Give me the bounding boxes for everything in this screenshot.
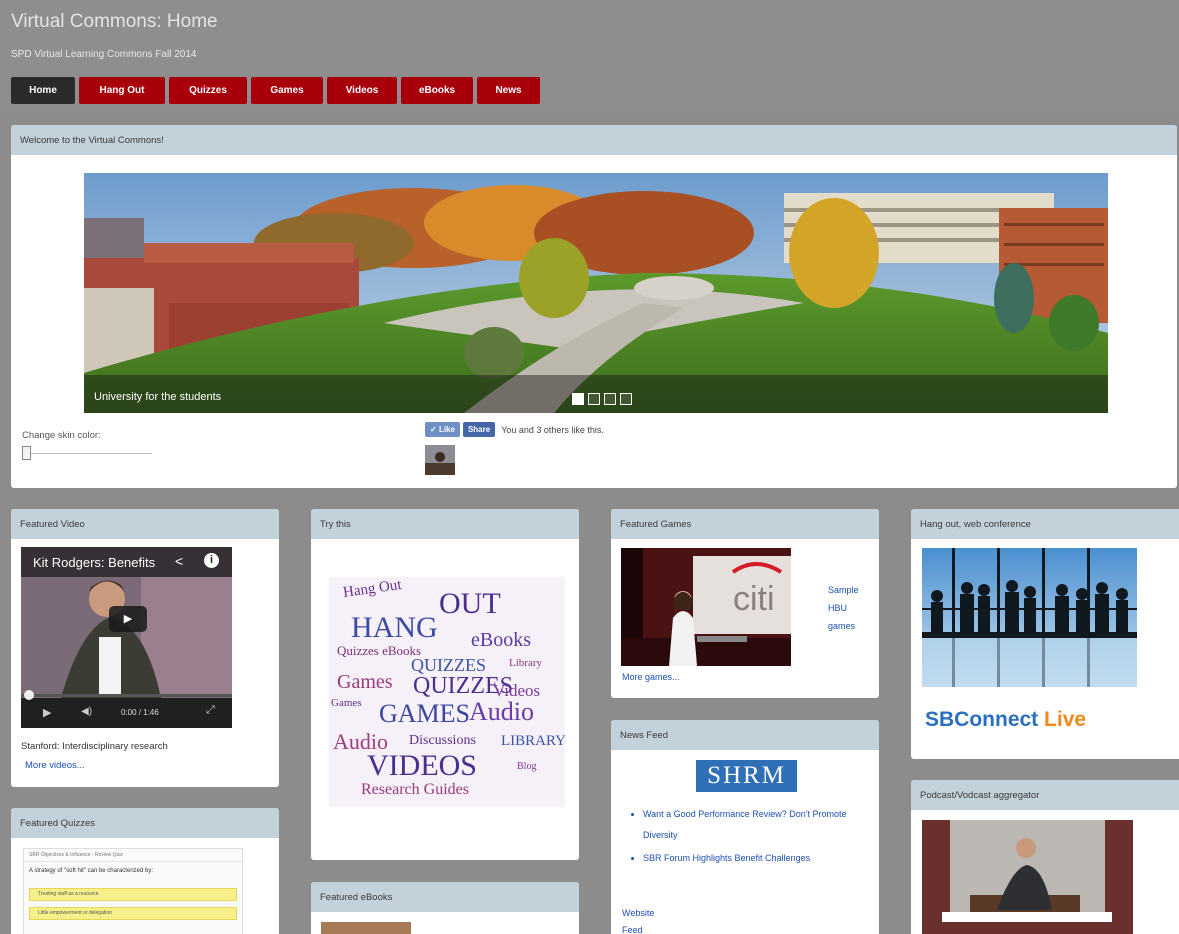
video-play-icon[interactable]: ▶	[43, 706, 51, 719]
featured-ebooks-header: Featured eBooks	[311, 882, 579, 912]
avatar-photo	[425, 445, 455, 475]
ebook-cover-image[interactable]	[321, 922, 411, 934]
slide-indicators	[572, 393, 632, 405]
like-button[interactable]: ✓ Like	[425, 422, 460, 437]
website-link[interactable]: Website	[622, 908, 654, 918]
like-count-text: You and 3 others like this.	[501, 424, 604, 435]
cloud-word: VIDEOS	[367, 749, 477, 782]
conference-image[interactable]	[922, 548, 1137, 687]
cloud-word: Audio	[469, 697, 534, 726]
facebook-like-widget: ✓ Like Share You and 3 others like this.	[425, 422, 604, 437]
shrm-logo[interactable]: SHRM	[696, 760, 797, 792]
campus-banner-slideshow[interactable]: University for the students	[84, 173, 1108, 413]
nav-tab-quizzes[interactable]: Quizzes	[169, 77, 247, 104]
share-icon[interactable]: <	[175, 553, 183, 569]
cloud-word: eBooks	[471, 629, 531, 651]
featured-games-panel: Featured Games citi Sample HBU games Mor…	[611, 509, 879, 698]
more-games-link[interactable]: More games...	[622, 672, 680, 682]
nav-tab-videos[interactable]: Videos	[327, 77, 397, 104]
nav-tab-ebooks[interactable]: eBooks	[401, 77, 473, 104]
try-this-panel: Try this Hang Out OUT HANG eBooks Quizze…	[311, 509, 579, 860]
nav-tab-news[interactable]: News	[477, 77, 540, 104]
cloud-word: GAMES	[379, 699, 471, 728]
video-progress-bar[interactable]	[21, 694, 232, 697]
quiz-option[interactable]: Treating staff as a resource	[29, 888, 237, 901]
featured-ebooks-panel: Featured eBooks	[311, 882, 579, 934]
nav-tab-home[interactable]: Home	[11, 77, 75, 104]
game-screenshot[interactable]: citi	[621, 548, 791, 666]
hang-out-panel: Hang out, web conference SBConnect Live	[911, 509, 1179, 759]
slide-dot-1[interactable]	[572, 393, 584, 405]
hang-out-header: Hang out, web conference	[911, 509, 1179, 539]
info-icon[interactable]: i	[204, 553, 219, 568]
more-videos-link[interactable]: More videos...	[25, 760, 85, 771]
podcast-panel: Podcast/Vodcast aggregator	[911, 780, 1179, 934]
slide-dot-2[interactable]	[588, 393, 600, 405]
podcast-frame	[922, 820, 1133, 934]
friend-avatar[interactable]	[425, 445, 455, 475]
silhouette-meeting-photo	[922, 548, 1137, 687]
share-button[interactable]: Share	[462, 422, 496, 437]
volume-icon[interactable]: ◀)	[81, 706, 92, 717]
video-player[interactable]: Kit Rodgers: Benefits < i ▶ ▶ ◀) 0:00 / …	[21, 547, 232, 728]
featured-quizzes-header: Featured Quizzes	[11, 808, 279, 838]
cloud-word: Library	[509, 657, 542, 669]
video-scrubber[interactable]	[24, 690, 34, 700]
cloud-word: Games	[337, 671, 393, 693]
word-cloud-image[interactable]: Hang Out OUT HANG eBooks Quizzes eBooks …	[321, 547, 571, 815]
featured-video-panel: Featured Video Kit Rodgers: Benefits < i…	[11, 509, 279, 787]
play-button[interactable]: ▶	[109, 606, 147, 632]
featured-games-header: Featured Games	[611, 509, 879, 539]
news-feed-panel: News Feed SHRM Want a Good Performance R…	[611, 720, 879, 934]
podcast-header: Podcast/Vodcast aggregator	[911, 780, 1179, 810]
banner-caption: University for the students	[94, 391, 222, 403]
featured-video-header: Featured Video	[11, 509, 279, 539]
cloud-word: Quizzes eBooks	[337, 643, 422, 658]
site-subtitle: SPD Virtual Learning Commons Fall 2014	[11, 49, 197, 60]
slide-dot-4[interactable]	[620, 393, 632, 405]
site-header: Virtual Commons: Home SPD Virtual Learni…	[0, 0, 1179, 112]
news-feed-header: News Feed	[611, 720, 879, 750]
nav-tab-games[interactable]: Games	[251, 77, 323, 104]
news-list: Want a Good Performance Review? Don't Pr…	[611, 804, 878, 871]
fullscreen-icon[interactable]: ⤢	[206, 704, 215, 717]
quiz-title: SBR Objectives & Influence - Review Quiz	[24, 849, 242, 862]
page-title: Virtual Commons: Home	[11, 11, 218, 32]
quiz-question: A strategy of "soft hit" can be characte…	[29, 868, 153, 874]
cloud-word: Blog	[517, 761, 537, 772]
cloud-word: HANG	[351, 611, 438, 644]
cloud-word: Discussions	[409, 733, 476, 748]
skin-color-slider[interactable]	[22, 446, 152, 460]
welcome-header: Welcome to the Virtual Commons!	[11, 125, 1177, 155]
like-button-label: Like	[438, 425, 455, 434]
feed-link[interactable]: Feed	[622, 925, 643, 934]
video-title[interactable]: Kit Rodgers: Benefits	[33, 555, 155, 570]
slide-dot-3[interactable]	[604, 393, 616, 405]
podcast-video-player[interactable]	[922, 820, 1133, 934]
nav-tab-hang-out[interactable]: Hang Out	[79, 77, 165, 104]
featured-quizzes-panel: Featured Quizzes SBR Objectives & Influe…	[11, 808, 279, 934]
game-screen-text: citi	[733, 580, 775, 618]
quiz-preview[interactable]: SBR Objectives & Influence - Review Quiz…	[23, 848, 243, 934]
skin-color-label: Change skin color:	[22, 430, 101, 441]
brand-sbconnect: SBConnect	[925, 708, 1039, 731]
cloud-word: Research Guides	[361, 781, 469, 798]
news-item-link[interactable]: SBR Forum Highlights Benefit Challenges	[643, 848, 878, 869]
quiz-option[interactable]: Little empowerment or delegation	[29, 907, 237, 920]
cloud-word: LIBRARY	[501, 733, 567, 749]
sbconnect-live-logo[interactable]: SBConnect Live	[925, 708, 1086, 732]
main-nav: Home Hang Out Quizzes Games Videos eBook…	[11, 77, 540, 104]
slider-handle[interactable]	[22, 446, 31, 460]
sample-games-link[interactable]: Sample HBU games	[828, 581, 868, 635]
video-time: 0:00 / 1:46	[121, 708, 159, 717]
video-control-bar: ▶ ◀) 0:00 / 1:46 ⤢	[21, 690, 232, 728]
brand-live: Live	[1044, 708, 1087, 731]
cloud-word: OUT	[439, 587, 501, 620]
welcome-panel: Welcome to the Virtual Commons! Universi…	[11, 125, 1177, 488]
cloud-word: Games	[331, 697, 362, 709]
news-item-link[interactable]: Want a Good Performance Review? Don't Pr…	[643, 804, 878, 846]
slider-track	[22, 453, 152, 454]
video-caption: Stanford: Interdisciplinary research	[21, 741, 168, 752]
try-this-header: Try this	[311, 509, 579, 539]
